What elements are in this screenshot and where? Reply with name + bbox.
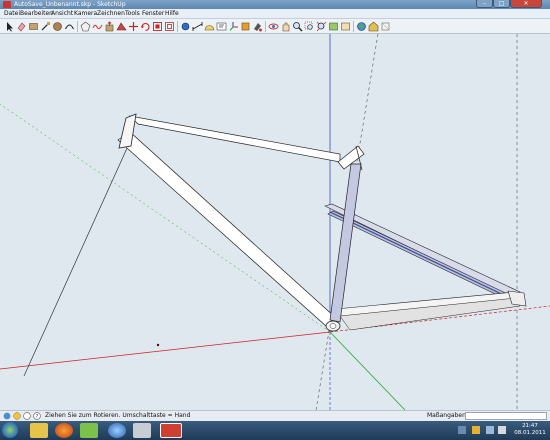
line-icon[interactable] xyxy=(40,21,51,32)
green-axis-dashed xyxy=(0,103,331,333)
minimize-button[interactable]: – xyxy=(476,0,493,8)
menu-hilfe[interactable]: Hilfe xyxy=(165,9,179,19)
3d-viewport[interactable] xyxy=(0,34,550,410)
user-status-icon[interactable] xyxy=(23,412,31,420)
followme-icon[interactable] xyxy=(116,21,127,32)
next-view-icon[interactable] xyxy=(340,21,351,32)
menu-bar: Datei Bearbeiten Ansicht Kamera Zeichnen… xyxy=(0,9,550,19)
network-icon[interactable] xyxy=(486,426,494,434)
status-hint: Ziehen Sie zum Rotieren. Umschalttaste =… xyxy=(45,412,191,419)
clock-date: 08.01.2011 xyxy=(514,430,546,436)
sketchup-window: AutoSave_Unbenannt.skp - SketchUp – □ ✕ … xyxy=(0,0,550,440)
chain-stays[interactable] xyxy=(335,290,527,331)
tray-flag-icon[interactable] xyxy=(472,426,480,434)
windows-taskbar: 21:47 08.01.2011 xyxy=(0,421,550,440)
menu-bearbeiten[interactable]: Bearbeiten xyxy=(20,9,53,19)
offset-icon[interactable] xyxy=(164,21,175,32)
seat-tube[interactable] xyxy=(329,163,362,323)
menu-ansicht[interactable]: Ansicht xyxy=(51,9,73,19)
freehand-icon[interactable] xyxy=(92,21,103,32)
toolbar-separator xyxy=(77,21,78,32)
itunes-taskbar-icon[interactable] xyxy=(108,423,126,438)
toolbar xyxy=(0,19,550,34)
scale-icon[interactable] xyxy=(152,21,163,32)
window-taskbar-icon[interactable] xyxy=(133,423,151,438)
zoom-extents-icon[interactable] xyxy=(316,21,327,32)
credits-status-icon[interactable] xyxy=(13,412,21,420)
explorer-taskbar-icon[interactable] xyxy=(30,423,48,438)
circle-icon[interactable] xyxy=(52,21,63,32)
maximize-button[interactable]: □ xyxy=(493,0,510,8)
toolbar-separator xyxy=(265,21,266,32)
start-button[interactable] xyxy=(2,422,18,438)
dimension-icon[interactable] xyxy=(192,21,203,32)
axes-icon[interactable] xyxy=(228,21,239,32)
toolbar-separator xyxy=(353,21,354,32)
warehouse-icon[interactable] xyxy=(368,21,379,32)
window-title: AutoSave_Unbenannt.skp - SketchUp xyxy=(14,1,126,8)
system-clock[interactable]: 21:47 08.01.2011 xyxy=(510,423,550,437)
geo-status-icon[interactable] xyxy=(3,412,11,420)
section-icon[interactable] xyxy=(240,21,251,32)
volume-icon[interactable] xyxy=(498,426,506,434)
bottom-bracket-bore xyxy=(329,323,337,329)
app-taskbar-icon[interactable] xyxy=(80,423,98,438)
firefox-taskbar-icon[interactable] xyxy=(55,423,73,438)
zoom-window-icon[interactable] xyxy=(304,21,315,32)
reference-edge xyxy=(23,145,129,377)
rotate-icon[interactable] xyxy=(140,21,151,32)
pan-icon[interactable] xyxy=(280,21,291,32)
measurements-label: Maßangaben xyxy=(427,412,466,419)
eraser-icon[interactable] xyxy=(16,21,27,32)
components-icon[interactable] xyxy=(380,21,391,32)
menu-kamera[interactable]: Kamera xyxy=(74,9,97,19)
geo-location-icon[interactable] xyxy=(356,21,367,32)
measurements-input[interactable] xyxy=(465,412,547,420)
polygon-icon[interactable] xyxy=(80,21,91,32)
seat-stays[interactable] xyxy=(324,203,521,303)
sketchup-app-icon xyxy=(3,1,11,8)
zoom-icon[interactable] xyxy=(292,21,303,32)
sketchup-taskbar-icon[interactable] xyxy=(160,423,182,438)
top-tube[interactable] xyxy=(128,115,341,163)
move-icon[interactable] xyxy=(128,21,139,32)
clock-time: 21:47 xyxy=(522,423,538,429)
red-axis-line xyxy=(0,331,331,370)
orbit-icon[interactable] xyxy=(268,21,279,32)
previous-view-icon[interactable] xyxy=(328,21,339,32)
tray-icon[interactable] xyxy=(458,426,466,434)
menu-datei[interactable]: Datei xyxy=(4,9,20,19)
toolbar-separator xyxy=(177,21,178,32)
down-tube[interactable] xyxy=(117,131,337,327)
status-bar: ? Ziehen Sie zum Rotieren. Umschalttaste… xyxy=(0,410,550,421)
close-button[interactable]: ✕ xyxy=(510,0,542,8)
arc-icon[interactable] xyxy=(64,21,75,32)
paint-icon[interactable] xyxy=(252,21,263,32)
tape-icon[interactable] xyxy=(180,21,191,32)
menu-zeichnen[interactable]: Zeichnen xyxy=(97,9,125,19)
text-icon[interactable] xyxy=(216,21,227,32)
green-axis-line xyxy=(329,331,406,410)
select-icon[interactable] xyxy=(4,21,15,32)
svg-text:?: ? xyxy=(36,414,39,420)
title-bar[interactable]: AutoSave_Unbenannt.skp - SketchUp – □ ✕ xyxy=(0,0,550,9)
rectangle-icon[interactable] xyxy=(28,21,39,32)
origin-marker xyxy=(156,343,160,347)
menu-fenster[interactable]: Fenster xyxy=(142,9,164,19)
model-canvas[interactable] xyxy=(0,34,550,410)
protractor-icon[interactable] xyxy=(204,21,215,32)
menu-tools[interactable]: Tools xyxy=(125,9,140,19)
pushpull-icon[interactable] xyxy=(104,21,115,32)
help-icon[interactable]: ? xyxy=(33,412,41,420)
